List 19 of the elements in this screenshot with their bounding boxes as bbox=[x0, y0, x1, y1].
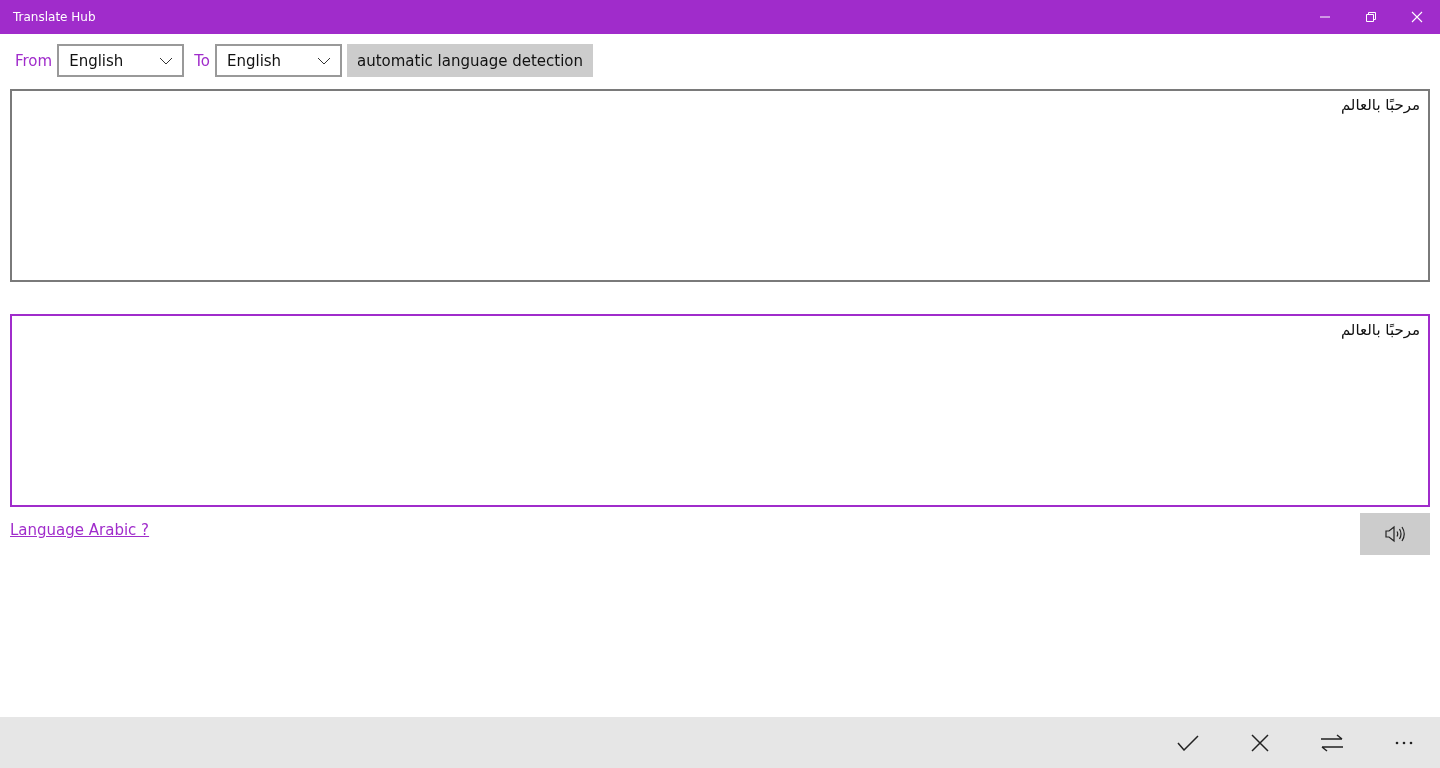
window-title: Translate Hub bbox=[12, 10, 96, 24]
restore-icon bbox=[1365, 11, 1377, 23]
translation-text-field[interactable]: مرحبًا بالعالم bbox=[10, 314, 1430, 507]
speak-button[interactable] bbox=[1360, 513, 1430, 555]
to-label: To bbox=[193, 51, 210, 70]
from-language-dropdown[interactable]: English bbox=[57, 44, 185, 77]
language-detection-button[interactable]: automatic language detection bbox=[346, 44, 594, 77]
speaker-icon bbox=[1384, 525, 1406, 543]
swap-arrows-icon bbox=[1320, 733, 1344, 752]
check-icon bbox=[1177, 734, 1199, 751]
from-label: From bbox=[14, 51, 53, 70]
to-language-dropdown[interactable]: English bbox=[214, 44, 342, 77]
close-icon bbox=[1411, 11, 1423, 23]
chevron-down-icon bbox=[159, 56, 174, 65]
detected-language-link[interactable]: Language Arabic ? bbox=[10, 521, 150, 539]
source-text-field[interactable]: مرحبًا بالعالم bbox=[10, 89, 1430, 282]
more-icon bbox=[1395, 740, 1413, 745]
chevron-down-icon bbox=[316, 56, 331, 65]
close-icon bbox=[1251, 733, 1269, 752]
